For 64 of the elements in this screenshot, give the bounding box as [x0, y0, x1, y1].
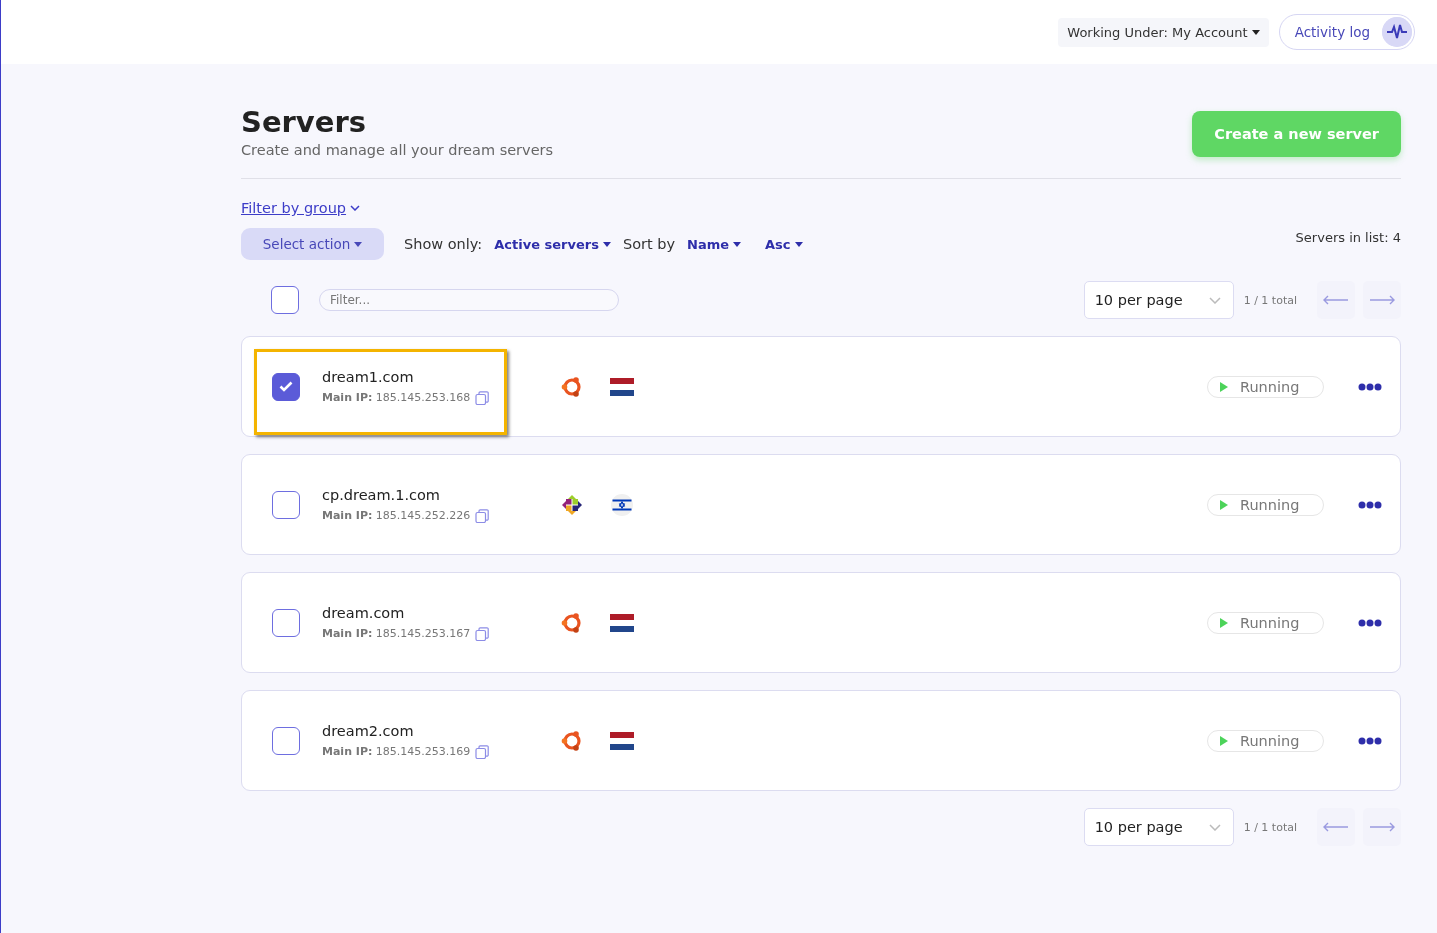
- more-icon: [1358, 618, 1382, 627]
- arrow-right-icon: [1369, 822, 1395, 832]
- per-page-select[interactable]: 10 per page: [1083, 281, 1234, 319]
- status-badge: Running: [1207, 375, 1324, 398]
- checkbox[interactable]: [272, 490, 300, 519]
- server-ip: Main IP: 185.145.253.167: [322, 627, 471, 640]
- copy-icon: [475, 626, 490, 641]
- checkbox[interactable]: [271, 286, 299, 314]
- caret-icon: [602, 241, 611, 247]
- server-ip: Main IP: 185.145.252.226: [322, 509, 471, 522]
- page-info: 1 / 1 total: [1243, 820, 1297, 834]
- checkmark-icon: [279, 381, 293, 392]
- chevron-down-icon: [1208, 823, 1221, 831]
- chevron-down-icon: [1208, 296, 1221, 304]
- select-action-button[interactable]: Select action: [241, 228, 384, 260]
- copy-icon: [475, 390, 490, 405]
- centos-logo-icon: [560, 492, 584, 517]
- server-name[interactable]: dream.com: [322, 604, 542, 621]
- account-dropdown[interactable]: Working Under: My Account: [1058, 17, 1269, 47]
- server-name[interactable]: dream2.com: [322, 722, 542, 739]
- caret-icon: [733, 241, 742, 247]
- server-ip: Main IP: 185.145.253.169: [322, 745, 471, 758]
- per-page-select[interactable]: 10 per page: [1083, 808, 1234, 846]
- sort-dropdown[interactable]: Name: [687, 236, 742, 252]
- server-name[interactable]: cp.dream.1.com: [322, 486, 542, 503]
- status-badge: Running: [1207, 493, 1324, 516]
- more-icon: [1358, 500, 1382, 509]
- server-ip: Main IP: 185.145.253.168: [322, 391, 471, 404]
- play-icon: [1220, 499, 1228, 510]
- chevron-down-icon: [350, 205, 361, 211]
- page-subtitle: Create and manage all your dream servers: [241, 142, 554, 158]
- checkbox[interactable]: [272, 726, 300, 755]
- filter-link[interactable]: Filter by group: [241, 200, 347, 216]
- checkbox[interactable]: [272, 372, 300, 401]
- copy-icon: [475, 508, 490, 523]
- play-icon: [1220, 617, 1228, 628]
- page-title: Servers: [241, 104, 367, 140]
- arrow-left-icon: [1323, 822, 1349, 832]
- play-icon: [1220, 735, 1228, 746]
- activity-log-button[interactable]: Activity log: [1278, 14, 1415, 50]
- more-icon: [1358, 736, 1382, 745]
- checkbox[interactable]: [272, 608, 300, 637]
- caret-icon: [1251, 29, 1260, 35]
- server-count: Servers in list: 4: [1295, 230, 1401, 245]
- caret-icon: [794, 241, 803, 247]
- sort-label: Sort by: [622, 236, 676, 252]
- flag-icon: [610, 375, 634, 398]
- flag-icon: [610, 493, 634, 516]
- page-info: 1 / 1 total: [1243, 293, 1297, 307]
- flag-icon: [610, 729, 634, 752]
- arrow-left-icon: [1323, 295, 1349, 305]
- play-icon: [1220, 381, 1228, 392]
- show-only-label: Show only:: [404, 236, 483, 252]
- copy-icon: [475, 744, 490, 759]
- status-badge: Running: [1207, 729, 1324, 752]
- status-filter-dropdown[interactable]: Active servers: [494, 236, 611, 252]
- arrow-right-icon: [1369, 295, 1395, 305]
- server-name[interactable]: dream1.com: [322, 368, 542, 385]
- more-icon: [1358, 382, 1382, 391]
- flag-icon: [610, 611, 634, 634]
- filter-field[interactable]: Filter...: [319, 289, 619, 311]
- order-dropdown[interactable]: Asc: [765, 236, 803, 252]
- status-badge: Running: [1207, 611, 1324, 634]
- caret-icon: [354, 241, 363, 247]
